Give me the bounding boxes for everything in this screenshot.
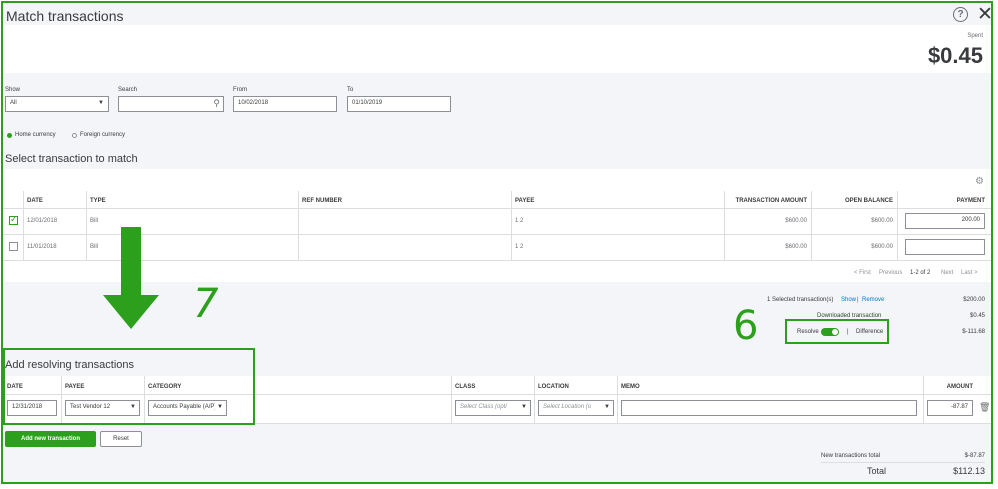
from-label: From	[233, 87, 247, 93]
row-1-open-balance: $600.00	[871, 218, 893, 224]
show-remove-separator: |	[857, 297, 859, 303]
divider	[511, 191, 512, 260]
spent-label: Spent	[967, 33, 983, 39]
divider	[3, 208, 991, 209]
dialog-title: Match transactions	[6, 8, 124, 24]
divider	[534, 376, 535, 423]
column-header-payment: PAYMENT	[956, 198, 985, 204]
row-2-checkbox[interactable]	[9, 242, 18, 251]
new-transactions-total-label: New transactions total	[821, 453, 881, 459]
downloaded-transaction-value: $0.45	[969, 313, 985, 319]
step-7-annotation: 7	[193, 281, 219, 327]
pager-next[interactable]: Next	[941, 270, 953, 276]
trash-icon[interactable]: 🗑	[979, 402, 990, 413]
row-1-payment-input[interactable]: 200.00	[905, 213, 985, 229]
difference-label: Difference	[856, 329, 884, 335]
resolve-separator: |	[847, 329, 849, 335]
resolve-callout-box-7	[3, 348, 255, 425]
column-header-transaction-amount: TRANSACTION AMOUNT	[735, 198, 807, 204]
home-currency-label: Home currency	[15, 132, 56, 138]
pager-last[interactable]: Last >	[961, 270, 978, 276]
row-2-payment-input[interactable]	[905, 239, 985, 255]
down-arrow-annotation	[103, 227, 159, 329]
resolve-toggle[interactable]	[821, 328, 839, 336]
caret-down-icon: ▼	[602, 404, 610, 410]
row-1-payee: 1 2	[515, 218, 524, 224]
to-label: To	[347, 87, 354, 93]
divider	[23, 191, 24, 260]
row-2-open-balance: $600.00	[871, 244, 893, 250]
row-1-type: Bill	[90, 218, 99, 224]
close-icon[interactable]: ✕	[977, 3, 991, 26]
spent-value: $0.45	[927, 43, 983, 68]
summary-bar	[3, 25, 991, 73]
row-1-checkbox[interactable]	[9, 214, 18, 225]
resolve-header-class: CLASS	[455, 384, 476, 390]
row-2-amount: $600.00	[785, 244, 807, 250]
add-new-transaction-button[interactable]: Add new transaction	[5, 431, 96, 447]
divider	[821, 462, 985, 463]
resolve-label: Resolve	[797, 329, 819, 335]
show-label: Show	[5, 87, 21, 93]
remove-link[interactable]: Remove	[862, 297, 884, 303]
show-link[interactable]: Show	[841, 297, 856, 303]
foreign-currency-label: Foreign currency	[80, 132, 126, 138]
resolve-class-select[interactable]: Select Class (opti ▼	[455, 400, 531, 416]
resolve-header-amount: AMOUNT	[946, 384, 973, 390]
home-currency-radio[interactable]	[7, 133, 12, 138]
reset-button[interactable]: Reset	[100, 431, 142, 447]
row-2-type: Bill	[90, 244, 99, 250]
resolve-memo-input[interactable]	[621, 400, 917, 416]
row-1-amount: $600.00	[785, 218, 807, 224]
difference-value: $-111.68	[962, 329, 985, 335]
selected-total-value: $200.00	[963, 297, 985, 303]
caret-down-icon: ▼	[98, 100, 104, 106]
summary-left-panel	[3, 25, 83, 73]
column-header-payee: PAYEE	[515, 198, 535, 204]
column-header-date: DATE	[27, 198, 43, 204]
divider	[923, 376, 924, 423]
column-header-type: TYPE	[90, 198, 106, 204]
divider	[617, 376, 618, 423]
resolve-amount-input[interactable]: -87.87	[927, 400, 973, 416]
search-input[interactable]: ⚲	[118, 96, 224, 112]
from-date-input[interactable]: 10/02/2018	[233, 96, 337, 112]
show-select[interactable]: All ▼	[5, 96, 109, 112]
total-value: $112.13	[953, 466, 985, 476]
pager-previous[interactable]: Previous	[879, 270, 902, 276]
step-6-annotation: 6	[733, 303, 759, 349]
row-2-date: 11/01/2018	[27, 244, 57, 250]
help-icon[interactable]: ?	[953, 7, 968, 22]
row-2-payee: 1 2	[515, 244, 524, 250]
foreign-currency-radio[interactable]	[72, 133, 77, 138]
divider	[451, 376, 452, 423]
search-label: Search	[118, 87, 138, 93]
column-header-ref-number: REF NUMBER	[302, 198, 342, 204]
match-section-title: Select transaction to match	[5, 153, 138, 165]
resolve-header-location: LOCATION	[538, 384, 569, 390]
show-select-value: All	[10, 100, 17, 106]
caret-down-icon: ▼	[519, 404, 527, 410]
gear-icon[interactable]: ⚙	[975, 176, 984, 187]
match-transactions-dialog: Match transactions ? ✕ Spent $0.45 Show …	[1, 1, 993, 484]
pager-range: 1-2 of 2	[910, 270, 931, 276]
total-label: Total	[867, 466, 887, 476]
new-transactions-total-value: $-87.87	[964, 453, 985, 459]
resolve-location-select[interactable]: Select Location (o ▼	[538, 400, 614, 416]
to-date-input[interactable]: 01/10/2019	[347, 96, 451, 112]
pager-first[interactable]: < First	[854, 270, 871, 276]
search-icon: ⚲	[213, 98, 220, 108]
selected-count-text: 1 Selected transaction(s)	[767, 297, 834, 303]
divider	[298, 191, 299, 260]
resolve-header-memo: MEMO	[621, 384, 640, 390]
column-header-open-balance: OPEN BALANCE	[844, 198, 893, 204]
row-1-date: 12/01/2018	[27, 218, 58, 224]
divider	[86, 191, 87, 260]
